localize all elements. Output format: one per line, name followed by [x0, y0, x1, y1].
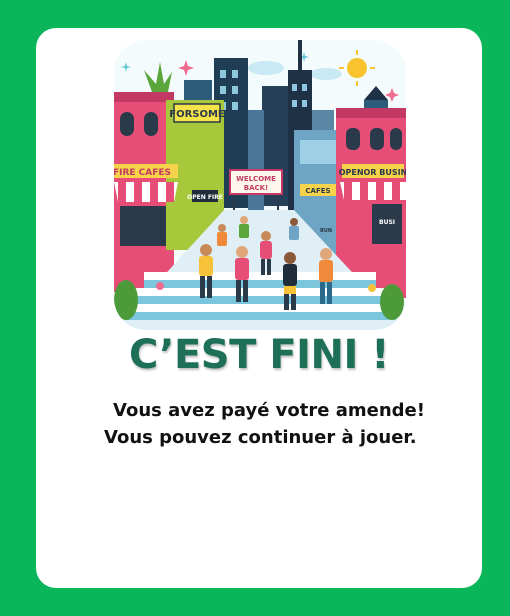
completion-dialog: FORSOME FIRE CAFES OPEN FIRE OPENOR BUSI…	[36, 28, 482, 588]
dialog-message-line1: Vous avez payé votre amende!	[113, 400, 425, 421]
sign-window-right: BUSI	[379, 219, 395, 226]
sign-cafe-left: FIRE CAFES	[114, 168, 171, 178]
sign-storefront-right: OPENOR BUSIN	[339, 168, 406, 177]
sign-cafe-right: CAFES	[305, 187, 330, 195]
banner-welcome-line1: WELCOME	[236, 175, 276, 183]
banner-welcome-line2: BACK!	[244, 184, 269, 192]
city-street-illustration: FORSOME FIRE CAFES OPEN FIRE OPENOR BUSI…	[114, 40, 406, 330]
sign-open: OPEN FIRE	[187, 194, 223, 201]
sign-window-right-small: BUN	[320, 228, 332, 234]
dialog-message-line2: Vous pouvez continuer à jouer.	[104, 427, 417, 448]
dialog-title: C’EST FINI !	[128, 332, 390, 378]
sign-storefront-left: FORSOME	[169, 109, 225, 120]
